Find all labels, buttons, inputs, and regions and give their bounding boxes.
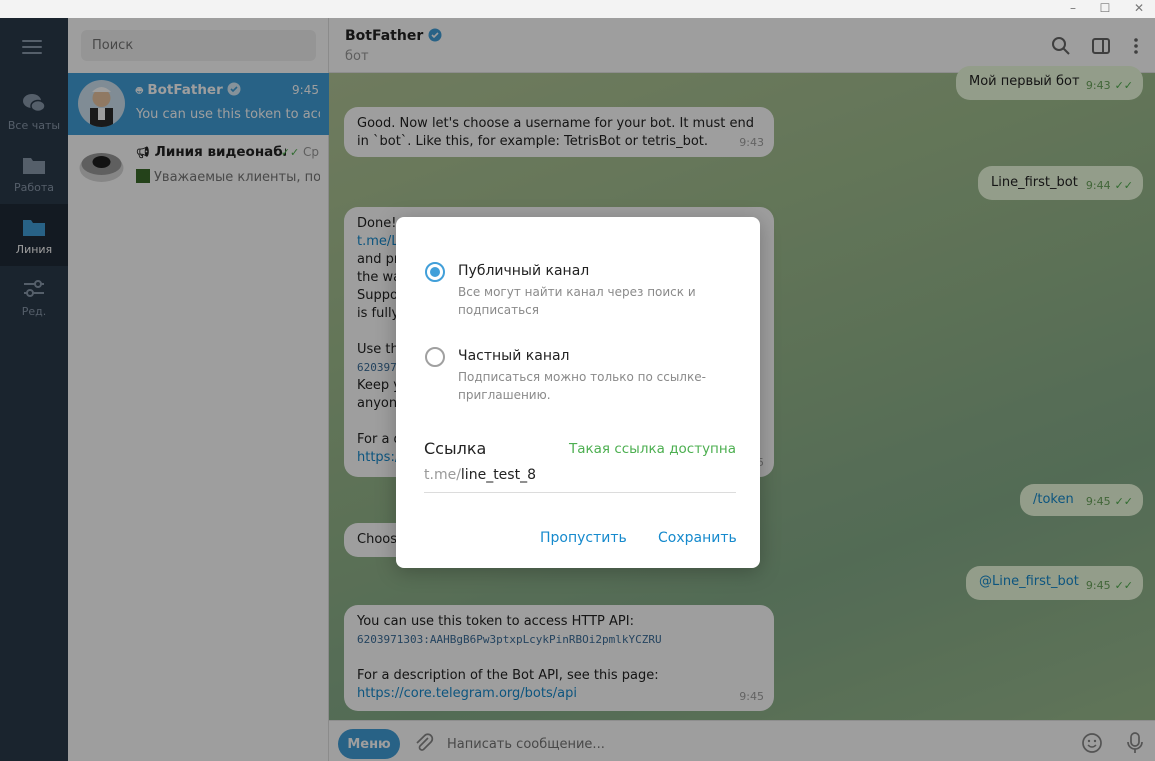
- channel-type-dialog: Публичный канал Все могут найти канал че…: [396, 217, 760, 568]
- public-channel-title[interactable]: Публичный канал: [458, 263, 589, 279]
- close-window-button[interactable]: ✕: [1123, 0, 1155, 18]
- save-button[interactable]: Сохранить: [658, 530, 737, 546]
- channel-link-field[interactable]: t.me/line_test_8: [424, 467, 736, 493]
- minimize-button[interactable]: –: [1057, 0, 1089, 18]
- window-titlebar: – ☐ ✕: [0, 0, 1155, 18]
- link-value[interactable]: line_test_8: [461, 467, 536, 483]
- private-channel-title[interactable]: Частный канал: [458, 348, 570, 364]
- maximize-button[interactable]: ☐: [1089, 0, 1121, 18]
- private-channel-radio[interactable]: [425, 347, 445, 367]
- private-channel-description: Подписаться можно только по ссылке-пригл…: [458, 370, 706, 402]
- link-label: Ссылка: [424, 439, 487, 458]
- public-channel-description: Все могут найти канал через поиск и подп…: [458, 285, 696, 317]
- skip-button[interactable]: Пропустить: [540, 530, 627, 546]
- link-availability-status: Такая ссылка доступна: [568, 441, 736, 457]
- link-prefix: t.me/: [424, 467, 461, 483]
- public-channel-radio[interactable]: [425, 262, 445, 282]
